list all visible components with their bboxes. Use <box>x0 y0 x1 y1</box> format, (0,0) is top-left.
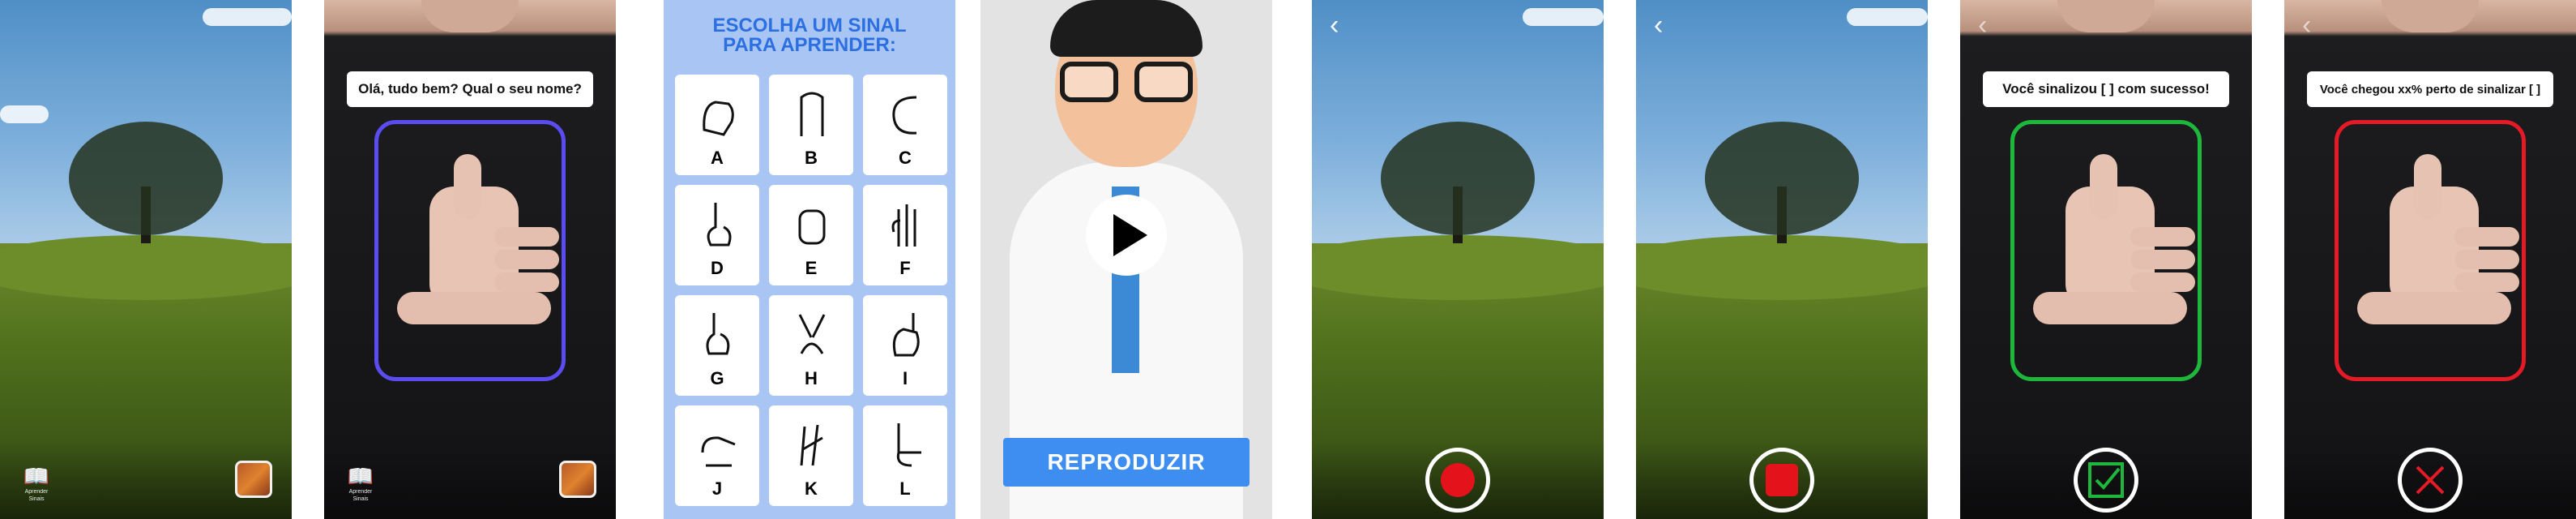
back-button[interactable]: ‹ <box>1978 11 1987 39</box>
success-button[interactable] <box>2074 448 2138 513</box>
letter-card-h[interactable]: H <box>769 295 853 396</box>
back-button[interactable]: ‹ <box>1330 11 1339 39</box>
stop-button[interactable] <box>1749 448 1814 513</box>
cloud <box>1523 8 1604 26</box>
book-icon: 📖 <box>347 464 374 488</box>
result-message: Você sinalizou [ ] com sucesso! <box>1983 71 2229 107</box>
hand-sign-icon <box>887 199 925 248</box>
hand-sign-icon <box>699 310 737 358</box>
letter-card-e[interactable]: E <box>769 185 853 285</box>
letter-grid: A B C D E F G H I J K L <box>675 75 947 506</box>
book-caption: Aprender Sinais <box>348 489 373 502</box>
letter-card-c[interactable]: C <box>863 75 947 175</box>
glasses-icon <box>1060 62 1193 105</box>
hand-sign-icon <box>793 310 831 358</box>
hand-sign-icon <box>887 420 925 469</box>
cloud <box>203 8 292 26</box>
letter-card-l[interactable]: L <box>863 405 947 506</box>
stop-icon <box>1766 464 1798 496</box>
letter-card-d[interactable]: D <box>675 185 759 285</box>
replay-button[interactable]: REPRODUZIR <box>1003 438 1250 487</box>
hand-sign-icon <box>887 310 925 358</box>
result-message: Você chegou xx% perto de sinalizar [ ] <box>2307 71 2553 107</box>
thumbnail-button[interactable] <box>235 461 272 498</box>
screen-avatar-video: REPRODUZIR <box>980 0 1272 519</box>
hand-sign-icon <box>699 420 737 469</box>
learn-signs-button[interactable]: 📖 Aprender Sinais <box>18 464 55 502</box>
hand-sign-icon <box>699 89 737 138</box>
screen-home: 📖 Aprender Sinais <box>0 0 292 519</box>
close-icon <box>2416 465 2445 495</box>
letter-card-j[interactable]: J <box>675 405 759 506</box>
page-title: ESCOLHA UM SINAL PARA APRENDER: <box>712 15 907 56</box>
camera-frame <box>2335 120 2526 381</box>
letter-card-i[interactable]: I <box>863 295 947 396</box>
screen-conversation: Olá, tudo bem? Qual o seu nome? 📖 Aprend… <box>324 0 616 519</box>
record-icon <box>1441 463 1475 497</box>
screen-record: ‹ <box>1312 0 1604 519</box>
screen-failure: ‹ Você chegou xx% perto de sinalizar [ ] <box>2284 0 2576 519</box>
screen-recording: ‹ <box>1636 0 1928 519</box>
play-button[interactable] <box>1086 195 1167 276</box>
checkmark-icon <box>2088 462 2124 498</box>
letter-card-k[interactable]: K <box>769 405 853 506</box>
record-button[interactable] <box>1425 448 1490 513</box>
play-icon <box>1113 214 1147 256</box>
tree-image <box>1381 122 1535 243</box>
hand-sign-icon <box>793 420 831 469</box>
screen-success: ‹ Você sinalizou [ ] com sucesso! <box>1960 0 2252 519</box>
letter-card-a[interactable]: A <box>675 75 759 175</box>
failure-button[interactable] <box>2398 448 2463 513</box>
tree-image <box>1705 122 1859 243</box>
back-button[interactable]: ‹ <box>2302 11 2311 39</box>
tree-image <box>69 122 223 243</box>
camera-frame <box>374 120 566 381</box>
cloud <box>1847 8 1928 26</box>
hand-sign-icon <box>793 199 831 248</box>
hand-sign-icon <box>699 199 737 248</box>
screen-letter-picker: ESCOLHA UM SINAL PARA APRENDER: A B C D E… <box>664 0 955 519</box>
back-button[interactable]: ‹ <box>1654 11 1663 39</box>
prompt-bubble: Olá, tudo bem? Qual o seu nome? <box>347 71 593 107</box>
cloud <box>0 105 49 123</box>
letter-card-b[interactable]: B <box>769 75 853 175</box>
book-icon: 📖 <box>23 464 50 488</box>
camera-frame <box>2010 120 2202 381</box>
hand-sign-icon <box>887 89 925 138</box>
letter-card-g[interactable]: G <box>675 295 759 396</box>
letter-card-f[interactable]: F <box>863 185 947 285</box>
avatar-hair <box>1050 0 1203 57</box>
thumbnail-button[interactable] <box>559 461 596 498</box>
book-caption: Aprender Sinais <box>24 489 49 502</box>
learn-signs-button[interactable]: 📖 Aprender Sinais <box>342 464 379 502</box>
hand-sign-icon <box>793 89 831 138</box>
